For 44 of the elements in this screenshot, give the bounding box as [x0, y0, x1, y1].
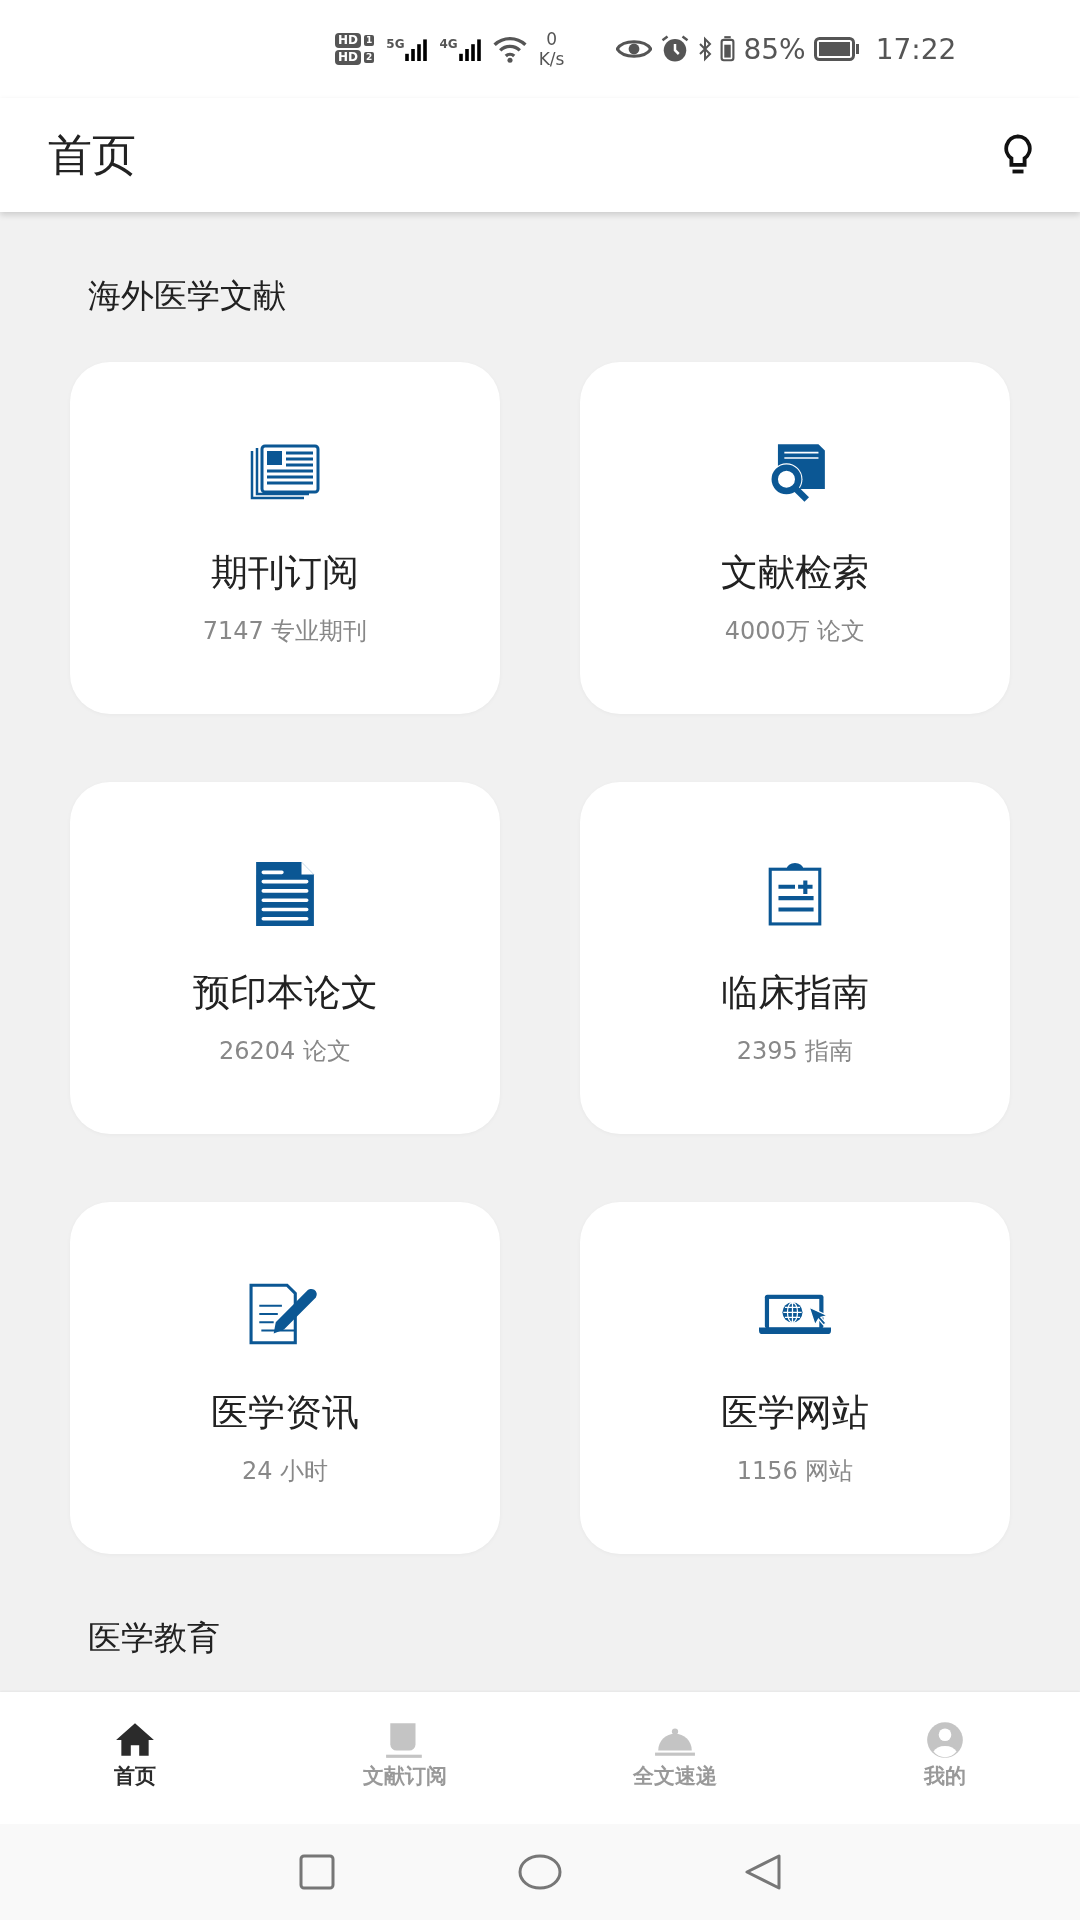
card-title: 临床指南 — [721, 970, 869, 1016]
clock-time: 17:22 — [875, 32, 957, 66]
network-type: 4G — [439, 37, 458, 51]
battery-percent: 85% — [743, 32, 806, 66]
card-title: 医学网站 — [721, 1390, 869, 1436]
wifi-icon — [492, 35, 527, 63]
nav-tab[interactable]: 首页 — [0, 1692, 270, 1824]
card-subtitle: 2395 指南 — [736, 1036, 854, 1066]
recents-button[interactable] — [297, 1852, 337, 1892]
hd-badge: HD — [335, 33, 361, 48]
section-title: 医学教育 — [87, 1617, 221, 1659]
card-subtitle: 24 小时 — [241, 1456, 329, 1486]
feature-card[interactable]: 期刊订阅 7147 专业期刊 — [70, 362, 500, 714]
person-icon — [924, 1720, 966, 1760]
feature-card[interactable]: 医学资讯 24 小时 — [70, 1202, 500, 1554]
feature-card[interactable]: 预印本论文 26204 论文 — [70, 782, 500, 1134]
feature-card[interactable]: 医学网站 1156 网站 — [580, 1202, 1010, 1554]
card-subtitle: 4000万 论文 — [724, 616, 866, 646]
alarm-icon — [660, 34, 691, 64]
sim-slot: 2 — [364, 52, 375, 63]
card-subtitle: 1156 网站 — [736, 1456, 854, 1486]
signal-icon — [458, 37, 481, 61]
card-title: 期刊订阅 — [211, 550, 359, 596]
feature-card[interactable]: 临床指南 2395 指南 — [580, 782, 1010, 1134]
card-title: 文献检索 — [721, 550, 869, 596]
network-type: 5G — [386, 37, 405, 51]
battery-saver-icon — [720, 35, 736, 63]
section-title: 海外医学文献 — [87, 275, 287, 317]
card-subtitle: 26204 论文 — [219, 1036, 351, 1066]
card-subtitle: 7147 专业期刊 — [202, 616, 368, 646]
home-button[interactable] — [517, 1852, 563, 1892]
speed-unit: K/s — [538, 49, 565, 69]
back-button[interactable] — [743, 1852, 783, 1892]
feature-card[interactable]: 文献检索 4000万 论文 — [580, 362, 1010, 714]
hd-badge: HD — [335, 50, 361, 65]
bluetooth-icon — [698, 36, 713, 62]
speed-value: 0 — [546, 29, 557, 49]
signal-icon — [405, 37, 428, 61]
sim-slot: 1 — [364, 35, 375, 46]
battery-icon — [813, 37, 860, 61]
card-title: 医学资讯 — [211, 1390, 359, 1436]
card-title: 预印本论文 — [192, 970, 378, 1016]
page-title: 首页 — [48, 127, 136, 182]
eye-icon — [616, 37, 653, 61]
